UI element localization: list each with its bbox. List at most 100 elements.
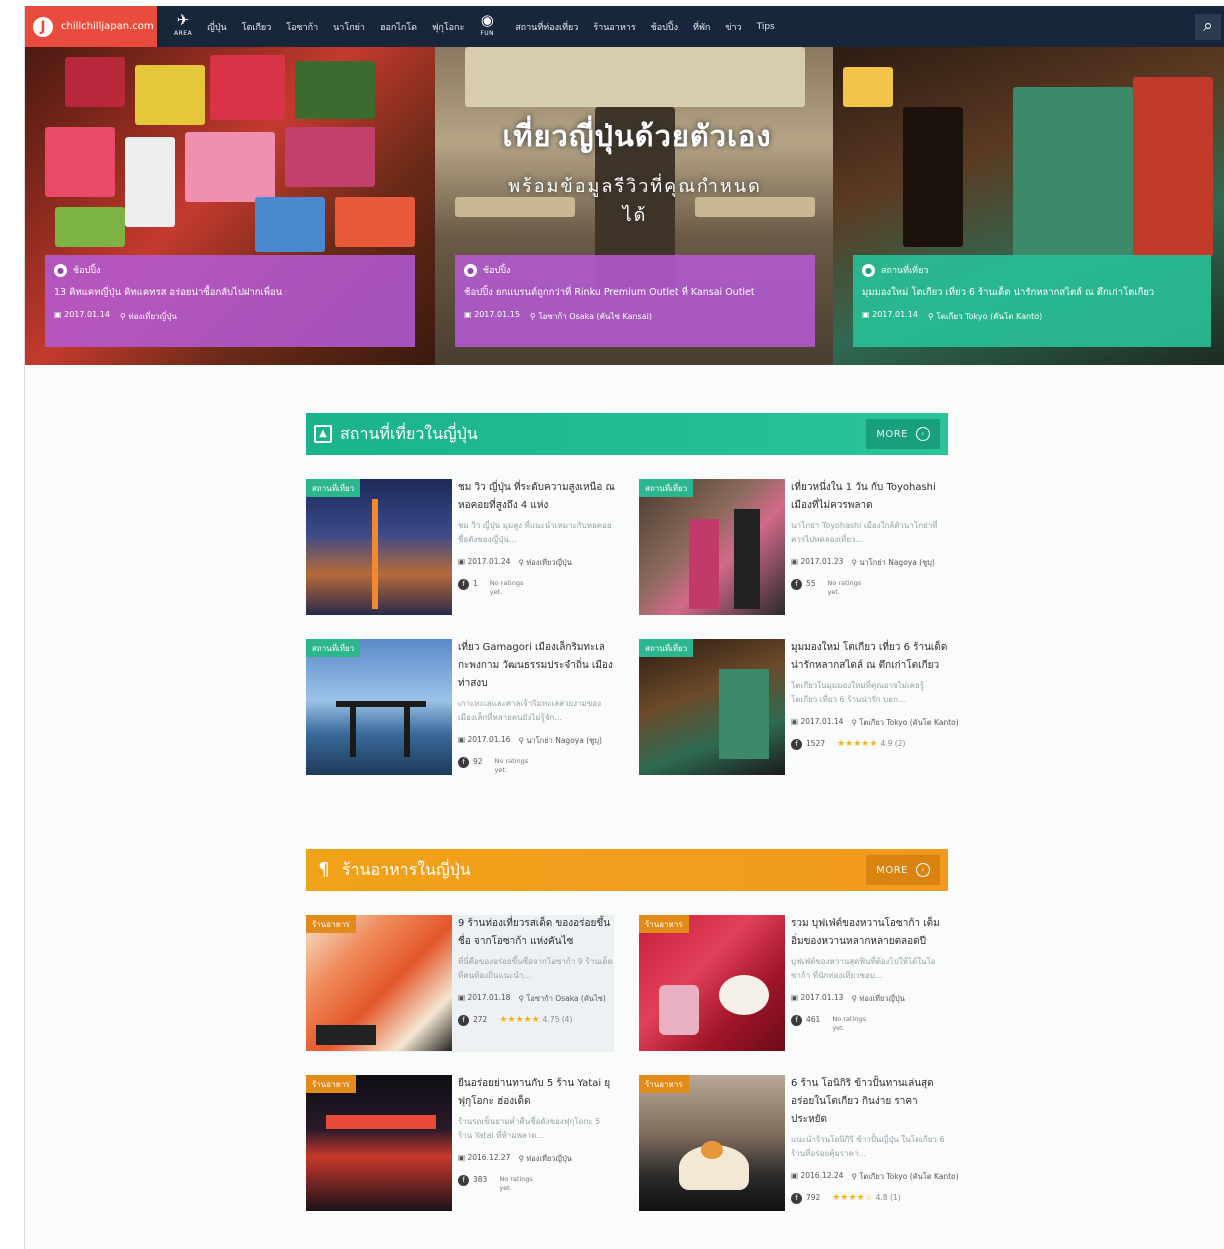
article-card[interactable]: สถานที่เที่ยว มุมมองใหม่ โตเกียว เที่ยว … <box>639 639 959 779</box>
search-button[interactable]: ⌕ <box>1195 14 1221 40</box>
site-logo[interactable]: J chillchilljapan.com <box>25 6 157 47</box>
article-card[interactable]: สถานที่เที่ยว เที่ยวหนึ่งใน 1 วัน กับ To… <box>639 479 949 619</box>
airplane-icon: ✈ <box>176 10 190 29</box>
article-thumbnail[interactable]: สถานที่เที่ยว <box>639 479 785 615</box>
article-card[interactable]: สถานที่เที่ยว ชม วิว ญี่ปุ่น ที่ระดับควา… <box>306 479 616 619</box>
article-location[interactable]: ท่องเที่ยวญี่ปุ่น <box>526 558 572 567</box>
hero-slider: ● ช้อปปิ้ง 13 คิทแคทญี่ปุ่น คิทแคทรส อร่อ… <box>25 47 1224 365</box>
hero-card[interactable]: ● ช้อปปิ้ง ช้อปปิ้ง ยกแบรนด์ถูกกว่าที่ Ri… <box>455 255 815 347</box>
rating-text: No ratings yet. <box>832 1015 866 1032</box>
article-excerpt: เกาะทะเลและศาลเจ้าริมทะเลสวยงามของเมืองเ… <box>458 699 602 722</box>
article-card[interactable]: สถานที่เที่ยว เที่ยว Gamagori เมืองเล็กร… <box>306 639 616 779</box>
share-count: 55 <box>806 579 816 588</box>
hero-card-title[interactable]: ช้อปปิ้ง ยกแบรนด์ถูกกว่าที่ Rinku Premiu… <box>464 285 806 300</box>
facebook-icon: f <box>791 739 802 750</box>
article-grid: สถานที่เที่ยว ชม วิว ญี่ปุ่น ที่ระดับควา… <box>306 455 959 795</box>
camera-icon: ● <box>862 263 875 277</box>
article-title[interactable]: เที่ยว Gamagori เมืองเล็กริมทะเล กะพงกาม… <box>458 639 616 693</box>
article-date: 2017.01.13 <box>800 993 844 1002</box>
article-location[interactable]: โตเกียว Tokyo (คันโต Kanto) <box>859 1172 958 1181</box>
article-title[interactable]: มุมมองใหม่ โตเกียว เที่ยว 6 ร้านเด็ด น่า… <box>791 639 949 675</box>
article-thumbnail[interactable]: สถานที่เที่ยว <box>306 639 452 775</box>
article-title[interactable]: รวม บุฟเฟ่ต์ของหวานโอซาก้า เต็มอิ่มของหว… <box>791 915 949 951</box>
article-location[interactable]: โอซาก้า Osaka (คันไซ) <box>526 994 605 1003</box>
nav-link-region[interactable]: ฮอกไกโด <box>380 20 417 34</box>
article-location[interactable]: ท่องเที่ยวญี่ปุ่น <box>526 1154 572 1163</box>
nav-link-region[interactable]: โตเกียว <box>242 20 272 34</box>
article-title[interactable]: 9 ร้านท่องเที่ยวรสเด็ด ของอร่อยขึ้นชื่อ … <box>458 915 616 951</box>
article-title[interactable]: เที่ยวหนึ่งใน 1 วัน กับ Toyohashi เมืองท… <box>791 479 949 515</box>
nav-link-category[interactable]: ร้านอาหาร <box>593 20 635 34</box>
article-excerpt: ร้านรถเข็นยามค่ำคืนชื่อดังของฟุกุโอกะ 5 … <box>458 1117 601 1140</box>
fun-menu[interactable]: ◉ FUN <box>480 10 494 40</box>
article-date: 2016.12.27 <box>467 1153 511 1162</box>
article-thumbnail[interactable]: สถานที่เที่ยว <box>306 479 452 615</box>
picture-icon: ▲ <box>314 425 332 443</box>
article-card[interactable]: ร้านอาหาร 6 ร้าน โอนิกิริ ข้าวปั้นทานเล่… <box>639 1075 959 1215</box>
article-thumbnail[interactable]: ร้านอาหาร <box>306 1075 452 1211</box>
more-button[interactable]: MORE › <box>866 419 940 449</box>
rating-score: 4.9 (2) <box>880 739 906 748</box>
section-header: ▲ สถานที่เที่ยวในญี่ปุ่น MORE › <box>306 413 948 455</box>
hero-card-location[interactable]: โตเกียว Tokyo (คันโต Kanto) <box>936 312 1042 321</box>
hero-card-category: สถานที่เที่ยว <box>881 266 929 276</box>
rating-text: No ratings yet. <box>499 1175 533 1192</box>
article-date: 2017.01.24 <box>467 557 511 566</box>
facebook-icon: f <box>458 1175 469 1186</box>
article-excerpt: นาโกย่า Toyohashi เมืองใกล้ตัวนาโกย่าที่… <box>791 521 938 544</box>
article-card[interactable]: ร้านอาหาร 9 ร้านท่องเที่ยวรสเด็ด ของอร่อ… <box>306 915 614 1052</box>
nav-link-category[interactable]: ที่พัก <box>693 20 710 34</box>
article-thumbnail[interactable]: ร้านอาหาร <box>639 915 785 1051</box>
hero-slide-kitkat[interactable]: ● ช้อปปิ้ง 13 คิทแคทญี่ปุ่น คิทแคทรส อร่อ… <box>25 47 435 365</box>
area-menu[interactable]: ✈ AREA <box>174 10 192 40</box>
nav-link-category[interactable]: สถานที่ท่องเที่ยว <box>515 20 578 34</box>
nav-link-region[interactable]: ญี่ปุ่น <box>207 20 227 34</box>
article-thumbnail[interactable]: ร้านอาหาร <box>306 915 452 1051</box>
article-thumbnail[interactable]: ร้านอาหาร <box>639 1075 785 1211</box>
article-title[interactable]: 6 ร้าน โอนิกิริ ข้าวปั้นทานเล่นสุดอร่อยใ… <box>791 1075 949 1129</box>
category-tag: ร้านอาหาร <box>306 915 356 933</box>
article-location[interactable]: ท่องเที่ยวญี่ปุ่น <box>859 994 905 1003</box>
article-title[interactable]: ชม วิว ญี่ปุ่น ที่ระดับความสูงเหนือ ณ หอ… <box>458 479 616 515</box>
hero-slide-tokyo[interactable]: ● สถานที่เที่ยว มุมมองใหม่ โตเกียว เที่ยว… <box>833 47 1224 365</box>
article-title[interactable]: ยืนอร่อยย่านทานกับ 5 ร้าน Yatai ยุ ฟุกุโ… <box>458 1075 616 1111</box>
category-tag: ร้านอาหาร <box>639 915 689 933</box>
rating-score: 4.75 (4) <box>542 1015 573 1024</box>
category-tag: ร้านอาหาร <box>639 1075 689 1093</box>
hero-card-title[interactable]: 13 คิทแคทญี่ปุ่น คิทแคทรส อร่อยน่าซื้อกล… <box>54 285 406 300</box>
nav-link-region[interactable]: โอซาก้า <box>286 20 318 34</box>
section-restaurants: ¶ ร้านอาหารในญี่ปุ่น MORE › ร้านอาหาร 9 ร… <box>306 849 959 1231</box>
article-thumbnail[interactable]: สถานที่เที่ยว <box>639 639 785 775</box>
more-button[interactable]: MORE › <box>866 855 940 885</box>
article-card[interactable]: ร้านอาหาร ยืนอร่อยย่านทานกับ 5 ร้าน Yata… <box>306 1075 616 1215</box>
nav-link-category[interactable]: Tips <box>757 22 775 32</box>
article-location[interactable]: นาโกย่า Nagoya (ชูบุ) <box>526 736 602 745</box>
hero-card-location[interactable]: ท่องเที่ยวญี่ปุ่น <box>128 312 177 321</box>
facebook-icon: f <box>458 579 469 590</box>
hero-card-date: 2017.01.14 <box>64 310 110 319</box>
article-card[interactable]: ร้านอาหาร รวม บุฟเฟ่ต์ของหวานโอซาก้า เต็… <box>639 915 949 1055</box>
nav-link-region[interactable]: นาโกย่า <box>333 20 365 34</box>
hero-slide-mall[interactable]: เที่ยวญี่ปุ่นด้วยตัวเอง พร้อมข้อมูลรีวิว… <box>435 47 833 365</box>
hero-card-date: 2017.01.15 <box>474 310 520 319</box>
hero-card-location[interactable]: โอซาก้า Osaka (คันไซ Kansai) <box>538 312 652 321</box>
section-title[interactable]: สถานที่เที่ยวในญี่ปุ่น <box>340 422 478 447</box>
globe-icon: ◉ <box>480 10 494 29</box>
nav-link-category[interactable]: ช้อปปิ้ง <box>651 20 678 34</box>
facebook-icon: f <box>791 579 802 590</box>
star-rating: ★★★★☆ <box>832 1193 873 1203</box>
facebook-icon: f <box>458 1015 469 1026</box>
hero-card-title[interactable]: มุมมองใหม่ โตเกียว เที่ยว 6 ร้านเด็ด น่า… <box>862 285 1202 300</box>
shopping-bag-icon: ● <box>54 263 67 277</box>
category-tag: สถานที่เที่ยว <box>306 479 361 497</box>
nav-link-category[interactable]: ข่าว <box>725 20 741 34</box>
nav-link-region[interactable]: ฟุกุโอกะ <box>432 20 464 34</box>
article-location[interactable]: นาโกย่า Nagoya (ชูบุ) <box>859 558 935 567</box>
hero-card[interactable]: ● ช้อปปิ้ง 13 คิทแคทญี่ปุ่น คิทแคทรส อร่อ… <box>45 255 415 347</box>
section-title[interactable]: ร้านอาหารในญี่ปุ่น <box>342 858 471 883</box>
article-date: 2017.01.14 <box>800 717 844 726</box>
fork-knife-icon: ¶ <box>318 859 330 880</box>
article-location[interactable]: โตเกียว Tokyo (คันโต Kanto) <box>859 718 958 727</box>
hero-card[interactable]: ● สถานที่เที่ยว มุมมองใหม่ โตเกียว เที่ยว… <box>853 255 1211 347</box>
chevron-right-icon: › <box>916 863 930 877</box>
